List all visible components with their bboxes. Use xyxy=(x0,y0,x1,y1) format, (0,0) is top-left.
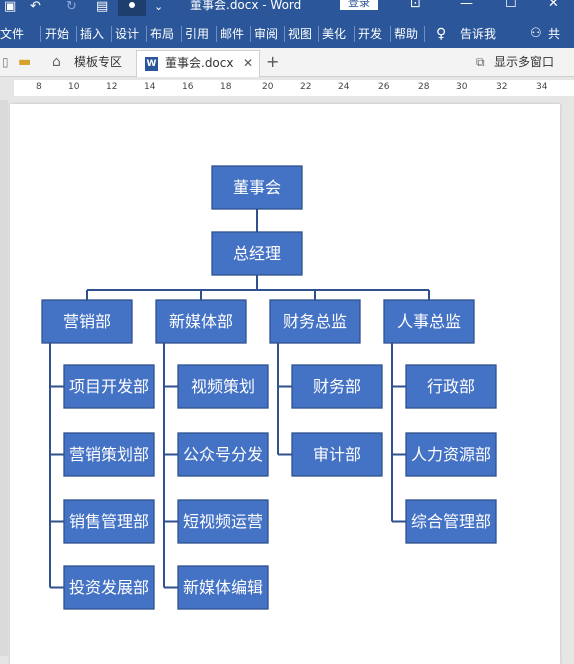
tab-separator xyxy=(354,26,355,42)
department-node-label: 人事总监 xyxy=(397,312,461,331)
tab-design[interactable]: 设计 xyxy=(115,20,139,48)
ruler-tick: 24 xyxy=(338,82,350,92)
tab-review[interactable]: 审阅 xyxy=(254,20,278,48)
tab-references[interactable]: 引用 xyxy=(185,20,209,48)
tab-insert[interactable]: 插入 xyxy=(80,20,104,48)
word-document-icon: W xyxy=(145,57,158,71)
tab-separator xyxy=(284,26,285,42)
tab-separator xyxy=(390,26,391,42)
ruler-tick: 8 xyxy=(36,82,42,92)
tab-developer[interactable]: 开发 xyxy=(358,20,382,48)
home-icon[interactable]: ⌂ xyxy=(52,48,61,76)
sidebar-toggle-icon[interactable]: ▯ xyxy=(2,48,9,76)
tab-home[interactable]: 开始 xyxy=(45,20,69,48)
tab-view[interactable]: 视图 xyxy=(288,20,312,48)
ruler-tick: 30 xyxy=(456,82,468,92)
sub-department-node-label: 财务部 xyxy=(313,377,361,396)
department-node-label: 财务总监 xyxy=(283,312,347,331)
minimize-icon[interactable]: — xyxy=(460,0,473,11)
maximize-icon[interactable]: ☐ xyxy=(505,0,517,11)
document-tab-label: 董事会.docx xyxy=(165,56,234,70)
tab-separator xyxy=(424,26,425,42)
tab-separator xyxy=(111,26,112,42)
sub-department-node-label: 人力资源部 xyxy=(411,445,491,464)
sub-department-node-label: 销售管理部 xyxy=(69,512,149,531)
ruler-band xyxy=(14,80,574,96)
new-tab-plus-icon[interactable]: + xyxy=(266,48,279,76)
record-button[interactable] xyxy=(118,0,146,16)
tab-separator xyxy=(318,26,319,42)
share-user-icon[interactable]: ⚇ xyxy=(530,20,542,48)
customize-toolbar-chevron-icon[interactable]: ⌄ xyxy=(154,0,163,14)
sub-department-node-label: 综合管理部 xyxy=(411,512,491,531)
close-tab-icon[interactable]: ✕ xyxy=(243,49,253,77)
ruler-tick: 12 xyxy=(106,82,118,92)
ruler-tick: 18 xyxy=(220,82,232,92)
new-document-icon[interactable]: ▤ xyxy=(96,0,108,14)
undo-icon[interactable]: ↶ xyxy=(30,0,41,14)
save-icon[interactable]: ▣ xyxy=(4,0,16,14)
ruler-tick: 20 xyxy=(262,82,274,92)
close-window-icon[interactable]: ✕ xyxy=(548,0,559,11)
sub-department-node-label: 项目开发部 xyxy=(69,377,149,396)
manager-node-label: 总经理 xyxy=(233,244,281,263)
root-node-label: 董事会 xyxy=(233,178,281,197)
lightbulb-icon[interactable]: ♀ xyxy=(436,20,446,48)
redo-icon[interactable]: ↻ xyxy=(66,0,77,14)
tab-beautify[interactable]: 美化 xyxy=(322,20,346,48)
tab-separator xyxy=(181,26,182,42)
tab-separator xyxy=(216,26,217,42)
tab-separator xyxy=(146,26,147,42)
ribbon-tabs: 文件 开始 插入 设计 布局 引用 邮件 审阅 视图 美化 开发 帮助 ♀ 告诉… xyxy=(0,20,574,48)
ruler-tick: 28 xyxy=(418,82,430,92)
org-chart[interactable]: 董事会总经理营销部项目开发部营销策划部销售管理部投资发展部 新媒体部视频策划公众号… xyxy=(0,100,574,656)
department-node-label: 营销部 xyxy=(63,312,111,331)
tab-separator xyxy=(250,26,251,42)
document-tab[interactable]: W 董事会.docx ✕ xyxy=(136,50,260,77)
sub-department-node-label: 营销策划部 xyxy=(69,445,149,464)
horizontal-ruler[interactable]: 8 10 12 14 16 18 20 22 24 26 28 30 32 34 xyxy=(0,77,574,99)
department-node-label: 新媒体部 xyxy=(169,312,233,331)
tab-help[interactable]: 帮助 xyxy=(394,20,418,48)
tab-file[interactable]: 文件 xyxy=(0,20,24,48)
sub-department-node-label: 视频策划 xyxy=(191,377,255,396)
tab-layout[interactable]: 布局 xyxy=(150,20,174,48)
ribbon-display-options-icon[interactable]: ⊡ xyxy=(410,0,421,11)
record-dot-icon xyxy=(129,2,135,8)
ruler-tick: 32 xyxy=(496,82,508,92)
document-title: 董事会.docx - Word xyxy=(190,0,302,12)
ruler-tick: 10 xyxy=(68,82,80,92)
template-tab[interactable]: 模板专区 xyxy=(74,48,122,76)
sub-department-node-label: 短视频运营 xyxy=(183,512,263,531)
tab-mailings[interactable]: 邮件 xyxy=(220,20,244,48)
login-button[interactable]: 登录 xyxy=(340,0,378,10)
ruler-tick: 22 xyxy=(300,82,312,92)
tab-separator xyxy=(40,26,41,42)
document-tab-bar: ▯ ▬ ⌂ 模板专区 W 董事会.docx ✕ + ⧉ 显示多窗口 xyxy=(0,48,574,77)
ruler-tick: 26 xyxy=(378,82,390,92)
multi-window-icon[interactable]: ⧉ xyxy=(476,48,485,76)
folder-icon[interactable]: ▬ xyxy=(18,48,31,76)
sub-department-node-label: 公众号分发 xyxy=(183,445,263,464)
sub-department-node-label: 审计部 xyxy=(313,445,361,464)
tell-me-search[interactable]: 告诉我 xyxy=(460,20,496,48)
show-multi-window-button[interactable]: 显示多窗口 xyxy=(494,48,554,76)
title-bar: ▣ ↶ ↻ ▤ ⌄ 董事会.docx - Word 登录 ⊡ — ☐ ✕ xyxy=(0,0,574,20)
tab-separator xyxy=(76,26,77,42)
ruler-tick: 34 xyxy=(536,82,548,92)
ruler-tick: 14 xyxy=(144,82,156,92)
ruler-tick: 16 xyxy=(182,82,194,92)
sub-department-node-label: 投资发展部 xyxy=(69,578,149,597)
share-button[interactable]: 共 xyxy=(548,20,560,48)
sub-department-node-label: 行政部 xyxy=(427,377,475,396)
sub-department-node-label: 新媒体编辑 xyxy=(183,578,263,597)
